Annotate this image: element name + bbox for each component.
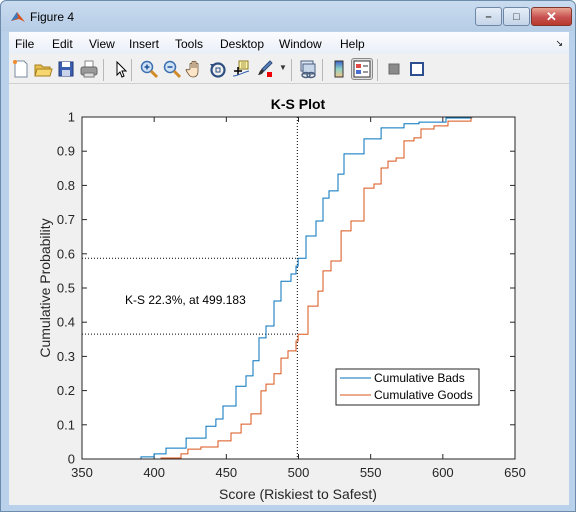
- y-tick-label: 0: [68, 452, 75, 467]
- axes-background[interactable]: [82, 117, 515, 459]
- y-tick-label: 0.1: [57, 417, 75, 432]
- x-tick-label: 400: [143, 465, 165, 480]
- x-axis-label: Score (Riskiest to Safest): [219, 486, 377, 502]
- window-client: File Edit View Insert Tools Desktop Wind…: [9, 32, 569, 505]
- y-axis-label: Cumulative Probability: [37, 218, 53, 357]
- y-tick-label: 1: [68, 110, 75, 125]
- legend[interactable]: Cumulative Bads Cumulative Goods: [335, 368, 480, 406]
- y-tick-label: 0.6: [57, 246, 75, 261]
- x-tick-label: 350: [71, 465, 93, 480]
- y-tick-label: 0.5: [57, 281, 75, 296]
- figure-canvas: 350 400 450 500 550 600 650 0 0.1 0.2 0.3 0.4 0.5 0.6…: [9, 85, 569, 505]
- x-tick-label: 550: [360, 465, 382, 480]
- legend-label-bads: Cumulative Bads: [374, 371, 465, 385]
- x-tick-label: 600: [432, 465, 454, 480]
- ks-annotation: K-S 22.3%, at 499.183: [125, 293, 246, 307]
- ks-plot: 350 400 450 500 550 600 650 0 0.1 0.2 0.3 0.4 0.5 0.6…: [37, 96, 526, 502]
- figure-window: Figure 4 – □ ✕ File Edit View Insert Too…: [0, 0, 576, 512]
- x-tick-label: 650: [504, 465, 526, 480]
- y-tick-label: 0.9: [57, 144, 75, 159]
- y-tick-label: 0.4: [57, 315, 75, 330]
- y-tick-label: 0.7: [57, 212, 75, 227]
- y-tick-label: 0.3: [57, 349, 75, 364]
- y-tick-label: 0.2: [57, 383, 75, 398]
- x-tick-label: 500: [288, 465, 310, 480]
- y-tick-label: 0.8: [57, 178, 75, 193]
- legend-label-goods: Cumulative Goods: [374, 388, 473, 402]
- x-tick-label: 450: [215, 465, 237, 480]
- chart-title: K-S Plot: [271, 96, 326, 112]
